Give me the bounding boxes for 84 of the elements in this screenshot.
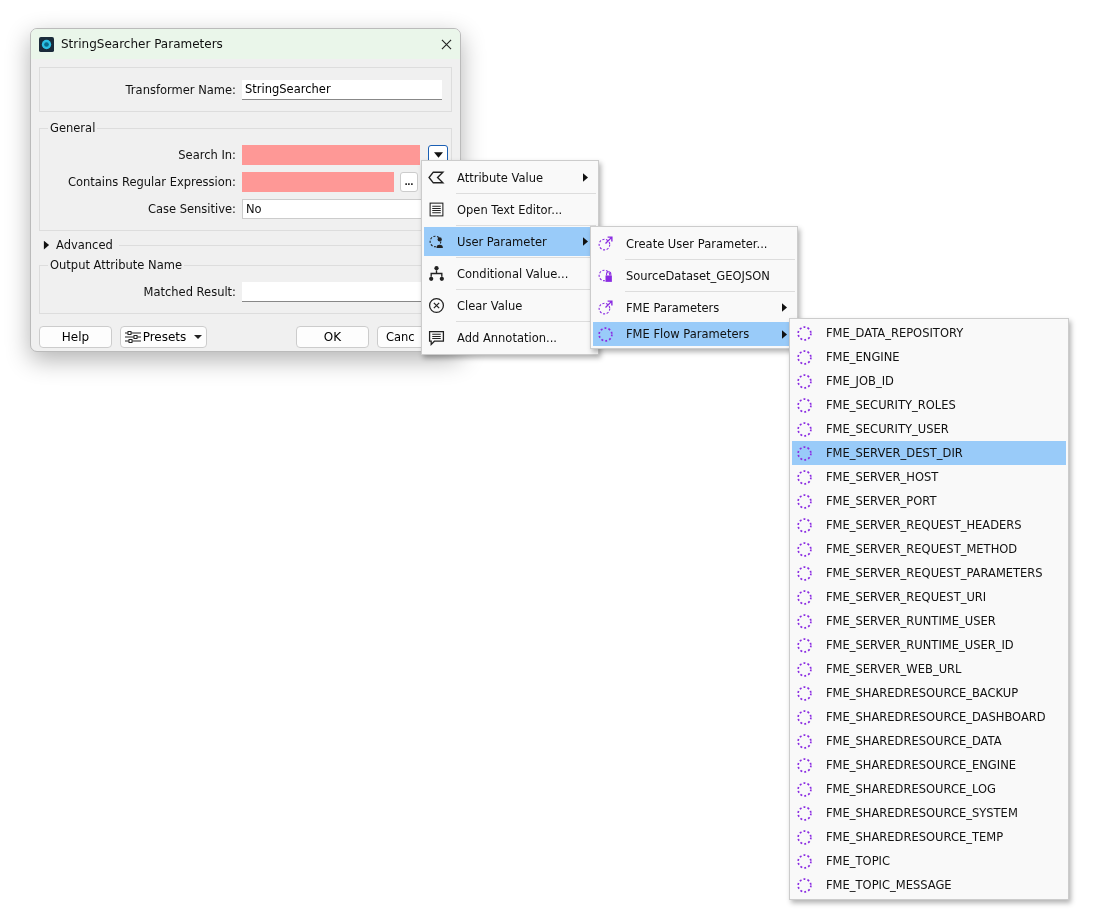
dotted-gear-icon — [796, 324, 813, 342]
menu-item[interactable]: FME_JOB_ID — [792, 369, 1066, 393]
menu-item[interactable]: FME_DATA_REPOSITORY — [792, 321, 1066, 345]
menu-item[interactable]: FME_SERVER_REQUEST_HEADERS — [792, 513, 1066, 537]
dotted-gear-icon — [796, 348, 813, 366]
field-label: Matched Result: — [142, 284, 236, 299]
menu-item[interactable]: Clear Value — [424, 291, 596, 320]
dialog-button[interactable]: OK — [296, 326, 369, 348]
menu-item[interactable]: FME_SERVER_RUNTIME_USER_ID — [792, 633, 1066, 657]
ellipsis-button[interactable]: ... — [400, 171, 418, 192]
dotted-gear-icon — [796, 444, 813, 462]
dotted-gear-icon — [796, 708, 813, 726]
menu-item[interactable]: FME_ENGINE — [792, 345, 1066, 369]
text-lines-icon — [428, 201, 445, 218]
menu-item[interactable]: FME_SHAREDRESOURCE_SYSTEM — [792, 801, 1066, 825]
dotted-gear-icon — [796, 612, 813, 630]
dotted-gear-icon — [796, 780, 813, 798]
dotted-gear-icon — [796, 804, 813, 822]
dotted-gear-icon — [796, 564, 813, 582]
sliders-icon — [124, 331, 141, 343]
menu-item[interactable]: FME_SERVER_RUNTIME_USER — [792, 609, 1066, 633]
menu-item[interactable]: FME_TOPIC — [792, 849, 1066, 873]
attribute-field[interactable] — [242, 144, 420, 165]
dotted-gear-icon — [796, 828, 813, 846]
menu-item[interactable]: FME_SERVER_WEB_URL — [792, 657, 1066, 681]
section-toggle[interactable]: Advanced — [56, 238, 113, 252]
transformer-name-field[interactable]: StringSearcher — [242, 79, 442, 100]
dotted-gear-icon — [796, 852, 813, 870]
presets-button[interactable]: Presets — [120, 326, 207, 348]
dotted-gear-icon — [796, 420, 813, 438]
hierarchy-icon — [428, 265, 445, 282]
dotted-gear-icon — [796, 396, 813, 414]
tag-outline-icon — [428, 169, 445, 186]
caret-icon — [433, 151, 443, 158]
menu-item[interactable]: FME_SECURITY_ROLES — [792, 393, 1066, 417]
menu-item[interactable]: FME_SERVER_DEST_DIR — [792, 441, 1066, 465]
close-icon[interactable] — [441, 38, 452, 50]
dotted-gear-icon — [796, 636, 813, 654]
circle-x-icon — [428, 297, 445, 314]
menu-item[interactable]: Attribute Value — [424, 163, 596, 192]
menu-item[interactable]: FME_SHAREDRESOURCE_DASHBOARD — [792, 705, 1066, 729]
gear-lock-icon — [597, 267, 614, 284]
group-title: General — [48, 121, 98, 135]
menu-item[interactable]: FME_TOPIC_MESSAGE — [792, 873, 1066, 897]
group-title: Output Attribute Name — [48, 258, 184, 272]
menu-item[interactable]: FME_SERVER_REQUEST_METHOD — [792, 537, 1066, 561]
dotted-gear-icon — [796, 588, 813, 606]
menu-item[interactable]: FME_SERVER_REQUEST_PARAMETERS — [792, 561, 1066, 585]
dialog-button[interactable]: Help — [39, 326, 112, 348]
dotted-gear-icon — [597, 325, 614, 343]
field-label: Search In: — [177, 147, 236, 162]
menu-item[interactable]: FME_SHAREDRESOURCE_BACKUP — [792, 681, 1066, 705]
collapsed-triangle-icon[interactable] — [43, 240, 50, 250]
dotted-gear-icon — [796, 876, 813, 894]
menu-item[interactable]: FME_SHAREDRESOURCE_ENGINE — [792, 753, 1066, 777]
menu-item[interactable]: SourceDataset_GEOJSON — [593, 261, 795, 290]
dotted-gear-icon — [796, 468, 813, 486]
menu-item[interactable]: FME_SERVER_REQUEST_URI — [792, 585, 1066, 609]
gear-person-icon — [428, 233, 445, 250]
menu-item[interactable]: Conditional Value... — [424, 259, 596, 288]
dotted-gear-icon — [796, 492, 813, 510]
field-label: Contains Regular Expression: — [66, 174, 236, 189]
menu-item[interactable]: FME_SERVER_PORT — [792, 489, 1066, 513]
dotted-gear-icon — [796, 684, 813, 702]
menu-item[interactable]: Create User Parameter... — [593, 229, 795, 258]
speech-bubble-icon — [428, 329, 445, 346]
app-logo-icon — [39, 36, 54, 52]
menu-item[interactable]: FME_SHAREDRESOURCE_LOG — [792, 777, 1066, 801]
menu-item[interactable]: FME Parameters — [593, 293, 795, 322]
dotted-gear-icon — [796, 756, 813, 774]
field-label: Case Sensitive: — [146, 201, 236, 216]
menu-item[interactable]: FME_SHAREDRESOURCE_DATA — [792, 729, 1066, 753]
expression-field[interactable] — [242, 171, 394, 192]
dotted-gear-icon — [796, 540, 813, 558]
menu-item[interactable]: FME_SECURITY_USER — [792, 417, 1066, 441]
caret-icon — [194, 335, 203, 339]
window-title: StringSearcher Parameters — [61, 37, 224, 51]
dotted-gear-icon — [796, 516, 813, 534]
menu-item[interactable]: FME_SERVER_HOST — [792, 465, 1066, 489]
dotted-gear-icon — [796, 372, 813, 390]
dotted-gear-icon — [796, 732, 813, 750]
menu-item[interactable]: FME_SHAREDRESOURCE_TEMP — [792, 825, 1066, 849]
dotted-gear-icon — [796, 660, 813, 678]
field-label: Transformer Name: — [124, 82, 236, 97]
